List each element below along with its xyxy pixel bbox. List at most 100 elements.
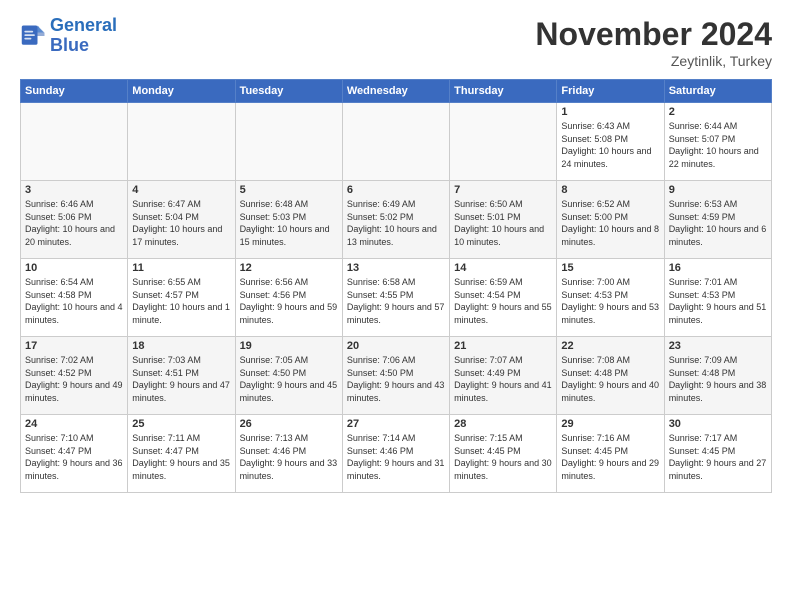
- calendar-cell: 26Sunrise: 7:13 AMSunset: 4:46 PMDayligh…: [235, 415, 342, 493]
- calendar-cell: 9 Sunrise: 6:53 AMSunset: 4:59 PMDaylight…: [664, 181, 771, 259]
- calendar-cell: [21, 103, 128, 181]
- day-number: 1: [561, 106, 659, 118]
- day-info: Sunrise: 6:44 AMSunset: 5:07 PMDaylight:…: [669, 120, 767, 170]
- day-info: Sunrise: 6:43 AMSunset: 5:08 PMDaylight:…: [561, 120, 659, 170]
- day-info: Sunrise: 6:46 AMSunset: 5:06 PMDaylight:…: [25, 198, 123, 248]
- calendar-cell: 30Sunrise: 7:17 AMSunset: 4:45 PMDayligh…: [664, 415, 771, 493]
- day-number: 3: [25, 184, 123, 196]
- day-info: Sunrise: 7:02 AMSunset: 4:52 PMDaylight:…: [25, 354, 123, 404]
- day-number: 25: [132, 418, 230, 430]
- day-info: Sunrise: 7:00 AMSunset: 4:53 PMDaylight:…: [561, 276, 659, 326]
- week-row-2: 10 Sunrise: 6:54 AMSunset: 4:58 PMDayligh…: [21, 259, 772, 337]
- calendar-cell: 14 Sunrise: 6:59 AMSunset: 4:54 PMDayligh…: [450, 259, 557, 337]
- calendar-cell: 18 Sunrise: 7:03 AMSunset: 4:51 PMDayligh…: [128, 337, 235, 415]
- day-info: Sunrise: 6:55 AMSunset: 4:57 PMDaylight:…: [132, 276, 230, 326]
- day-info: Sunrise: 6:48 AMSunset: 5:03 PMDaylight:…: [240, 198, 338, 248]
- day-number: 21: [454, 340, 552, 352]
- day-number: 19: [240, 340, 338, 352]
- calendar-cell: 27 Sunrise: 7:14 AMSunset: 4:46 PMDayligh…: [342, 415, 449, 493]
- header: General Blue November 2024 Zeytinlik, Tu…: [20, 16, 772, 69]
- day-info: Sunrise: 7:08 AMSunset: 4:48 PMDaylight:…: [561, 354, 659, 404]
- calendar-cell: 16Sunrise: 7:01 AMSunset: 4:53 PMDayligh…: [664, 259, 771, 337]
- day-info: Sunrise: 6:52 AMSunset: 5:00 PMDaylight:…: [561, 198, 659, 248]
- day-number: 11: [132, 262, 230, 274]
- day-number: 27: [347, 418, 445, 430]
- calendar-cell: 23 Sunrise: 7:09 AMSunset: 4:48 PMDayligh…: [664, 337, 771, 415]
- header-day-tuesday: Tuesday: [235, 80, 342, 103]
- header-row: SundayMondayTuesdayWednesdayThursdayFrid…: [21, 80, 772, 103]
- logo-line1: General: [50, 15, 117, 35]
- calendar-cell: 5 Sunrise: 6:48 AMSunset: 5:03 PMDaylight…: [235, 181, 342, 259]
- day-info: Sunrise: 6:50 AMSunset: 5:01 PMDaylight:…: [454, 198, 552, 248]
- day-number: 13: [347, 262, 445, 274]
- calendar-cell: 17 Sunrise: 7:02 AMSunset: 4:52 PMDayligh…: [21, 337, 128, 415]
- logo-icon: [20, 22, 48, 50]
- day-info: Sunrise: 6:53 AMSunset: 4:59 PMDaylight:…: [669, 198, 767, 248]
- day-info: Sunrise: 7:07 AMSunset: 4:49 PMDaylight:…: [454, 354, 552, 404]
- day-number: 10: [25, 262, 123, 274]
- day-number: 8: [561, 184, 659, 196]
- day-info: Sunrise: 7:15 AMSunset: 4:45 PMDaylight:…: [454, 432, 552, 482]
- week-row-1: 3 Sunrise: 6:46 AMSunset: 5:06 PMDaylight…: [21, 181, 772, 259]
- header-day-saturday: Saturday: [664, 80, 771, 103]
- day-info: Sunrise: 7:11 AMSunset: 4:47 PMDaylight:…: [132, 432, 230, 482]
- calendar-header: SundayMondayTuesdayWednesdayThursdayFrid…: [21, 80, 772, 103]
- day-number: 29: [561, 418, 659, 430]
- day-info: Sunrise: 7:01 AMSunset: 4:53 PMDaylight:…: [669, 276, 767, 326]
- day-info: Sunrise: 7:14 AMSunset: 4:46 PMDaylight:…: [347, 432, 445, 482]
- calendar-cell: 7Sunrise: 6:50 AMSunset: 5:01 PMDaylight…: [450, 181, 557, 259]
- day-number: 14: [454, 262, 552, 274]
- day-info: Sunrise: 6:56 AMSunset: 4:56 PMDaylight:…: [240, 276, 338, 326]
- day-info: Sunrise: 6:59 AMSunset: 4:54 PMDaylight:…: [454, 276, 552, 326]
- calendar-cell: 8 Sunrise: 6:52 AMSunset: 5:00 PMDaylight…: [557, 181, 664, 259]
- day-info: Sunrise: 7:16 AMSunset: 4:45 PMDaylight:…: [561, 432, 659, 482]
- month-title: November 2024: [535, 16, 772, 53]
- day-number: 12: [240, 262, 338, 274]
- header-day-thursday: Thursday: [450, 80, 557, 103]
- calendar-cell: 1 Sunrise: 6:43 AMSunset: 5:08 PMDaylight…: [557, 103, 664, 181]
- day-number: 23: [669, 340, 767, 352]
- day-info: Sunrise: 7:03 AMSunset: 4:51 PMDaylight:…: [132, 354, 230, 404]
- day-info: Sunrise: 7:05 AMSunset: 4:50 PMDaylight:…: [240, 354, 338, 404]
- header-day-wednesday: Wednesday: [342, 80, 449, 103]
- day-number: 5: [240, 184, 338, 196]
- day-number: 28: [454, 418, 552, 430]
- calendar-cell: 6 Sunrise: 6:49 AMSunset: 5:02 PMDaylight…: [342, 181, 449, 259]
- week-row-4: 24Sunrise: 7:10 AMSunset: 4:47 PMDayligh…: [21, 415, 772, 493]
- day-number: 6: [347, 184, 445, 196]
- title-block: November 2024 Zeytinlik, Turkey: [535, 16, 772, 69]
- calendar-cell: [128, 103, 235, 181]
- calendar-cell: 13 Sunrise: 6:58 AMSunset: 4:55 PMDayligh…: [342, 259, 449, 337]
- logo: General Blue: [20, 16, 117, 56]
- location: Zeytinlik, Turkey: [535, 53, 772, 69]
- day-info: Sunrise: 6:49 AMSunset: 5:02 PMDaylight:…: [347, 198, 445, 248]
- header-day-monday: Monday: [128, 80, 235, 103]
- calendar-cell: 10 Sunrise: 6:54 AMSunset: 4:58 PMDayligh…: [21, 259, 128, 337]
- day-number: 9: [669, 184, 767, 196]
- day-number: 17: [25, 340, 123, 352]
- day-number: 18: [132, 340, 230, 352]
- calendar-cell: 19 Sunrise: 7:05 AMSunset: 4:50 PMDayligh…: [235, 337, 342, 415]
- day-info: Sunrise: 7:06 AMSunset: 4:50 PMDaylight:…: [347, 354, 445, 404]
- day-info: Sunrise: 6:58 AMSunset: 4:55 PMDaylight:…: [347, 276, 445, 326]
- calendar-cell: 24Sunrise: 7:10 AMSunset: 4:47 PMDayligh…: [21, 415, 128, 493]
- calendar-cell: 3 Sunrise: 6:46 AMSunset: 5:06 PMDaylight…: [21, 181, 128, 259]
- week-row-3: 17 Sunrise: 7:02 AMSunset: 4:52 PMDayligh…: [21, 337, 772, 415]
- day-info: Sunrise: 7:09 AMSunset: 4:48 PMDaylight:…: [669, 354, 767, 404]
- page: General Blue November 2024 Zeytinlik, Tu…: [0, 0, 792, 612]
- calendar-body: 1 Sunrise: 6:43 AMSunset: 5:08 PMDaylight…: [21, 103, 772, 493]
- header-day-friday: Friday: [557, 80, 664, 103]
- logo-line2: Blue: [50, 36, 117, 56]
- day-number: 24: [25, 418, 123, 430]
- day-number: 30: [669, 418, 767, 430]
- header-day-sunday: Sunday: [21, 80, 128, 103]
- day-number: 15: [561, 262, 659, 274]
- calendar-cell: 4Sunrise: 6:47 AMSunset: 5:04 PMDaylight…: [128, 181, 235, 259]
- day-number: 26: [240, 418, 338, 430]
- calendar-cell: 21 Sunrise: 7:07 AMSunset: 4:49 PMDayligh…: [450, 337, 557, 415]
- calendar-cell: [450, 103, 557, 181]
- day-number: 2: [669, 106, 767, 118]
- day-info: Sunrise: 6:54 AMSunset: 4:58 PMDaylight:…: [25, 276, 123, 326]
- calendar-cell: 29 Sunrise: 7:16 AMSunset: 4:45 PMDayligh…: [557, 415, 664, 493]
- day-number: 20: [347, 340, 445, 352]
